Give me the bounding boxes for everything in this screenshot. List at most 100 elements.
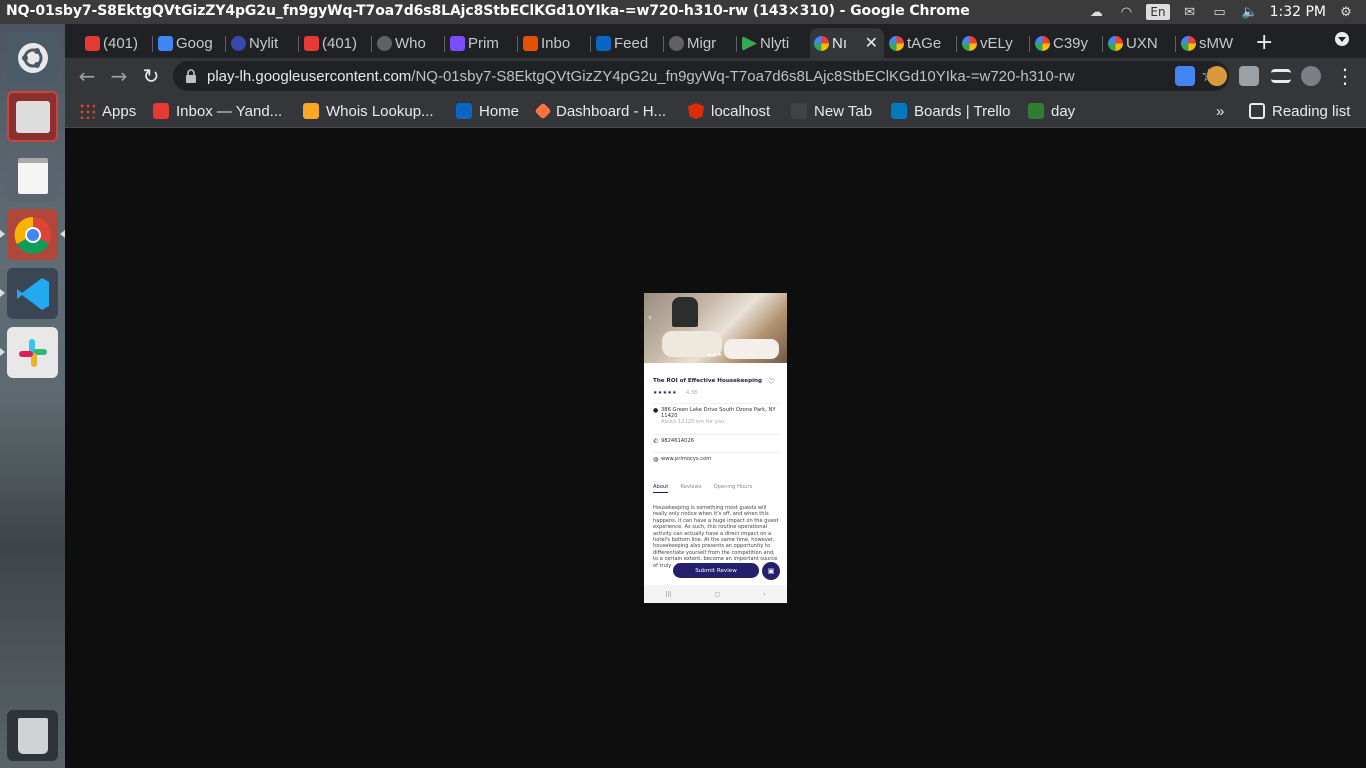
vscode-launcher-item[interactable] bbox=[0, 268, 58, 319]
browser-tab[interactable]: Prim bbox=[446, 28, 518, 58]
mail-icon[interactable]: ✉ bbox=[1180, 4, 1200, 20]
tab-label: Nlyti bbox=[760, 34, 790, 52]
reload-icon[interactable]: ↻ bbox=[139, 64, 163, 88]
google-photos-favicon-icon bbox=[889, 36, 904, 51]
browser-tab[interactable]: Nlyti bbox=[738, 28, 810, 58]
bookmark-trello[interactable]: Boards | Trello bbox=[891, 100, 1010, 122]
browser-tab[interactable]: vELy bbox=[958, 28, 1030, 58]
back-chevron-icon: ‹ bbox=[648, 313, 652, 323]
browser-tab-active[interactable]: Nı ✕ bbox=[810, 28, 884, 58]
google-photos-favicon-icon bbox=[1108, 36, 1123, 51]
wifi-icon[interactable]: ◠ bbox=[1116, 4, 1136, 20]
chrome-menu-kebab-icon[interactable]: ⋮ bbox=[1333, 64, 1357, 88]
back-arrow-icon[interactable]: ← bbox=[75, 64, 99, 88]
volume-icon[interactable]: 🔈 bbox=[1240, 4, 1260, 20]
bookmark-new-tab[interactable]: New Tab bbox=[791, 100, 872, 122]
bookmark-apps[interactable]: Apps bbox=[79, 100, 136, 122]
system-top-bar: NQ-01sby7-S8EktgQVtGizZY4pG2u_fn9gyWq-T7… bbox=[0, 0, 1366, 24]
settings-gear-icon[interactable]: ⚙ bbox=[1336, 4, 1356, 20]
slack-icon bbox=[18, 338, 47, 367]
extensions-puzzle-icon[interactable] bbox=[1239, 66, 1259, 86]
home-icon: ▢ bbox=[714, 590, 721, 598]
new-tab-plus-icon[interactable]: + bbox=[1255, 30, 1273, 55]
w-logo-icon bbox=[1028, 103, 1044, 119]
tab-search-chevron-icon[interactable] bbox=[1335, 32, 1349, 46]
browser-tab[interactable]: Feed bbox=[592, 28, 664, 58]
browser-tab[interactable]: (401) bbox=[81, 28, 153, 58]
bookmark-day[interactable]: day bbox=[1028, 100, 1075, 122]
phone-row: ✆ 9824614026 bbox=[653, 434, 780, 451]
browser-tab[interactable]: tAGe bbox=[885, 28, 957, 58]
app-screenshot-image[interactable]: ‹ The ROI of Effective Housekeeping ♡ ★★… bbox=[644, 293, 787, 603]
article-title: The ROI of Effective Housekeeping bbox=[653, 378, 762, 384]
browser-tab[interactable]: Migr bbox=[665, 28, 737, 58]
browser-tab[interactable]: Who bbox=[373, 28, 445, 58]
google-translate-extension-icon[interactable] bbox=[1175, 66, 1195, 86]
submit-review-button: Submit Review bbox=[673, 563, 759, 578]
bookmark-inbox[interactable]: Inbox — Yand... bbox=[153, 100, 282, 122]
carousel-dots bbox=[708, 353, 721, 356]
file-cabinet-icon bbox=[15, 100, 50, 133]
profile-avatar[interactable] bbox=[1301, 66, 1321, 86]
text-editor-launcher-item[interactable] bbox=[7, 150, 58, 201]
tab-label: Migr bbox=[687, 34, 717, 52]
url-path: /NQ-01sby7-S8EktgQVtGizZY4pG2u_fn9gyWq-T… bbox=[411, 67, 1075, 85]
tab-label: vELy bbox=[980, 34, 1013, 52]
battery-icon[interactable]: ▭ bbox=[1210, 4, 1230, 20]
browser-tab[interactable]: Inbo bbox=[519, 28, 591, 58]
bookmark-whois[interactable]: Whois Lookup... bbox=[303, 100, 434, 122]
files-launcher-item[interactable] bbox=[7, 91, 58, 142]
bookmark-localhost[interactable]: localhost bbox=[688, 100, 770, 122]
reading-list-button[interactable]: Reading list bbox=[1249, 100, 1350, 122]
recents-icon: ||| bbox=[665, 590, 672, 598]
bookmarks-overflow-chevron[interactable]: » bbox=[1216, 100, 1224, 122]
image-viewer-area: ‹ The ROI of Effective Housekeeping ♡ ★★… bbox=[65, 128, 1366, 768]
google-translate-favicon-icon bbox=[158, 36, 173, 51]
dashboard-icon bbox=[534, 102, 552, 120]
keyboard-layout-indicator[interactable]: En bbox=[1146, 4, 1170, 20]
rating-value: 4.38 bbox=[686, 390, 698, 396]
ubuntu-dash-button[interactable] bbox=[7, 32, 58, 83]
browser-tab[interactable]: Goog bbox=[154, 28, 226, 58]
notepad-icon bbox=[17, 157, 48, 194]
location-pin-icon: ● bbox=[653, 407, 659, 414]
tab-label: C39y bbox=[1053, 34, 1089, 52]
tab-label: tAGe bbox=[907, 34, 942, 52]
browser-tab[interactable]: (401) bbox=[300, 28, 372, 58]
bookmark-label: Inbox — Yand... bbox=[176, 102, 283, 120]
cookie-extension-icon[interactable] bbox=[1207, 66, 1227, 86]
window-title: NQ-01sby7-S8EktgQVtGizZY4pG2u_fn9gyWq-T7… bbox=[6, 3, 970, 19]
linkedin-icon bbox=[456, 103, 472, 119]
about-text: Housekeeping is something most guests wi… bbox=[653, 505, 779, 569]
detail-tabs: About Reviews Opening Hours bbox=[653, 484, 752, 493]
bookmark-label: Home bbox=[479, 102, 520, 120]
browser-tab[interactable]: UXN bbox=[1104, 28, 1176, 58]
bookmark-label: Boards | Trello bbox=[914, 102, 1011, 120]
whois-icon bbox=[303, 103, 319, 119]
bookmark-label: localhost bbox=[711, 102, 771, 120]
youtube-favicon-icon bbox=[85, 36, 100, 51]
forward-arrow-icon[interactable]: → bbox=[107, 64, 131, 88]
clock[interactable]: 1:32 PM bbox=[1270, 4, 1326, 20]
nylit-favicon-icon bbox=[231, 36, 246, 51]
browser-tab[interactable]: C39y bbox=[1031, 28, 1103, 58]
page-icon bbox=[791, 103, 807, 119]
media-queue-icon[interactable] bbox=[1271, 69, 1291, 83]
trash-launcher-item[interactable] bbox=[7, 710, 58, 761]
bookmark-dashboard[interactable]: Dashboard - H... bbox=[534, 100, 666, 122]
browser-tab[interactable]: Nylit bbox=[227, 28, 299, 58]
play-store-favicon-icon bbox=[742, 36, 757, 51]
weather-icon[interactable]: ☁ bbox=[1086, 4, 1106, 20]
vscode-icon bbox=[16, 277, 49, 310]
globe-favicon-icon bbox=[669, 36, 684, 51]
star-rating: ★★★★★ bbox=[653, 390, 677, 396]
google-photos-favicon-icon bbox=[1181, 36, 1196, 51]
tab-label: Nylit bbox=[249, 34, 279, 52]
chrome-launcher-item[interactable] bbox=[0, 209, 65, 260]
address-bar[interactable]: play-lh.googleusercontent.com/NQ-01sby7-… bbox=[173, 61, 1229, 91]
close-tab-icon[interactable]: ✕ bbox=[865, 33, 878, 53]
browser-tab[interactable]: sMW bbox=[1177, 28, 1249, 58]
bookmark-home[interactable]: Home bbox=[456, 100, 519, 122]
lock-icon bbox=[186, 69, 196, 83]
slack-launcher-item[interactable] bbox=[0, 327, 58, 378]
